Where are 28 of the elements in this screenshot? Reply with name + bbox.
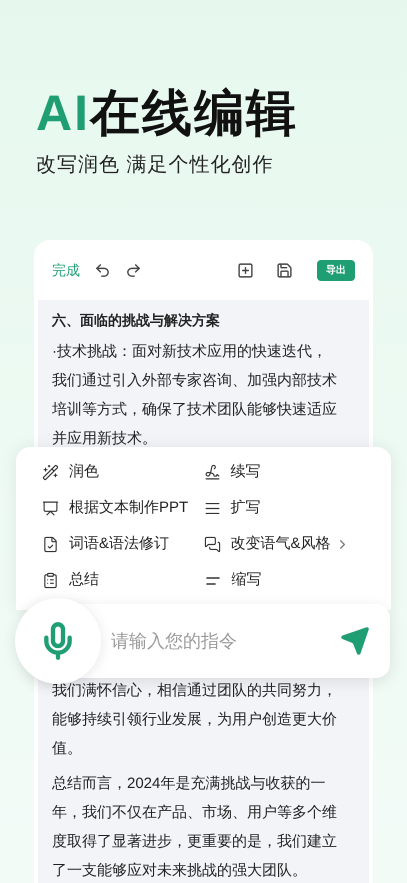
menu-item[interactable]: 润色: [42, 459, 204, 486]
menu-item[interactable]: 扩写: [204, 495, 365, 522]
menu-item[interactable]: 根据文本制作PPT: [42, 495, 204, 522]
paragraph: 总结而言，2024年是充满挑战与收获的一年，我们不仅在产品、市场、用户等多个维度取得了显著进步，更重要的是，我们建立了一支能够应对未来挑战的强大团队。: [52, 774, 338, 881]
save-icon[interactable]: [276, 262, 293, 278]
hero-title: 在线编辑: [90, 84, 298, 143]
redo-icon[interactable]: [125, 262, 142, 278]
menu-item[interactable]: 续写: [204, 459, 365, 486]
send-button[interactable]: [340, 626, 370, 656]
list-icon: [42, 572, 59, 589]
add-frame-icon[interactable]: [237, 262, 254, 278]
paragraph: ·技术挑战：面对新技术应用的快速迭代，我们通过引入外部专家咨询、加强内部技术培训等方式，确保了技术团队能够快速适应并应用新技术。: [52, 342, 338, 449]
section-heading: 六、面临的挑战与解决方案: [52, 311, 221, 330]
menu-item[interactable]: 总结: [42, 567, 204, 594]
menu-item[interactable]: 改变语气&风格: [204, 531, 365, 558]
signature-icon: [204, 464, 220, 481]
paragraph: 我们满怀信心，相信通过团队的共同努力，能够持续引领行业发展，为用户创造更大价值。: [52, 681, 338, 759]
document-check-icon: [42, 536, 59, 553]
send-icon: [340, 626, 370, 656]
undo-icon[interactable]: [94, 262, 111, 278]
lines-icon: [204, 500, 220, 517]
wand-icon: [42, 464, 59, 481]
hero-title-accent: AI: [36, 84, 90, 143]
menu-item[interactable]: 词语&语法修订: [42, 531, 204, 558]
presentation-icon: [42, 500, 59, 517]
menu-item[interactable]: 缩写: [204, 567, 365, 594]
chat-bubbles-icon: [204, 536, 220, 553]
hero-subtitle: 改写润色 满足个性化创作: [36, 153, 275, 178]
